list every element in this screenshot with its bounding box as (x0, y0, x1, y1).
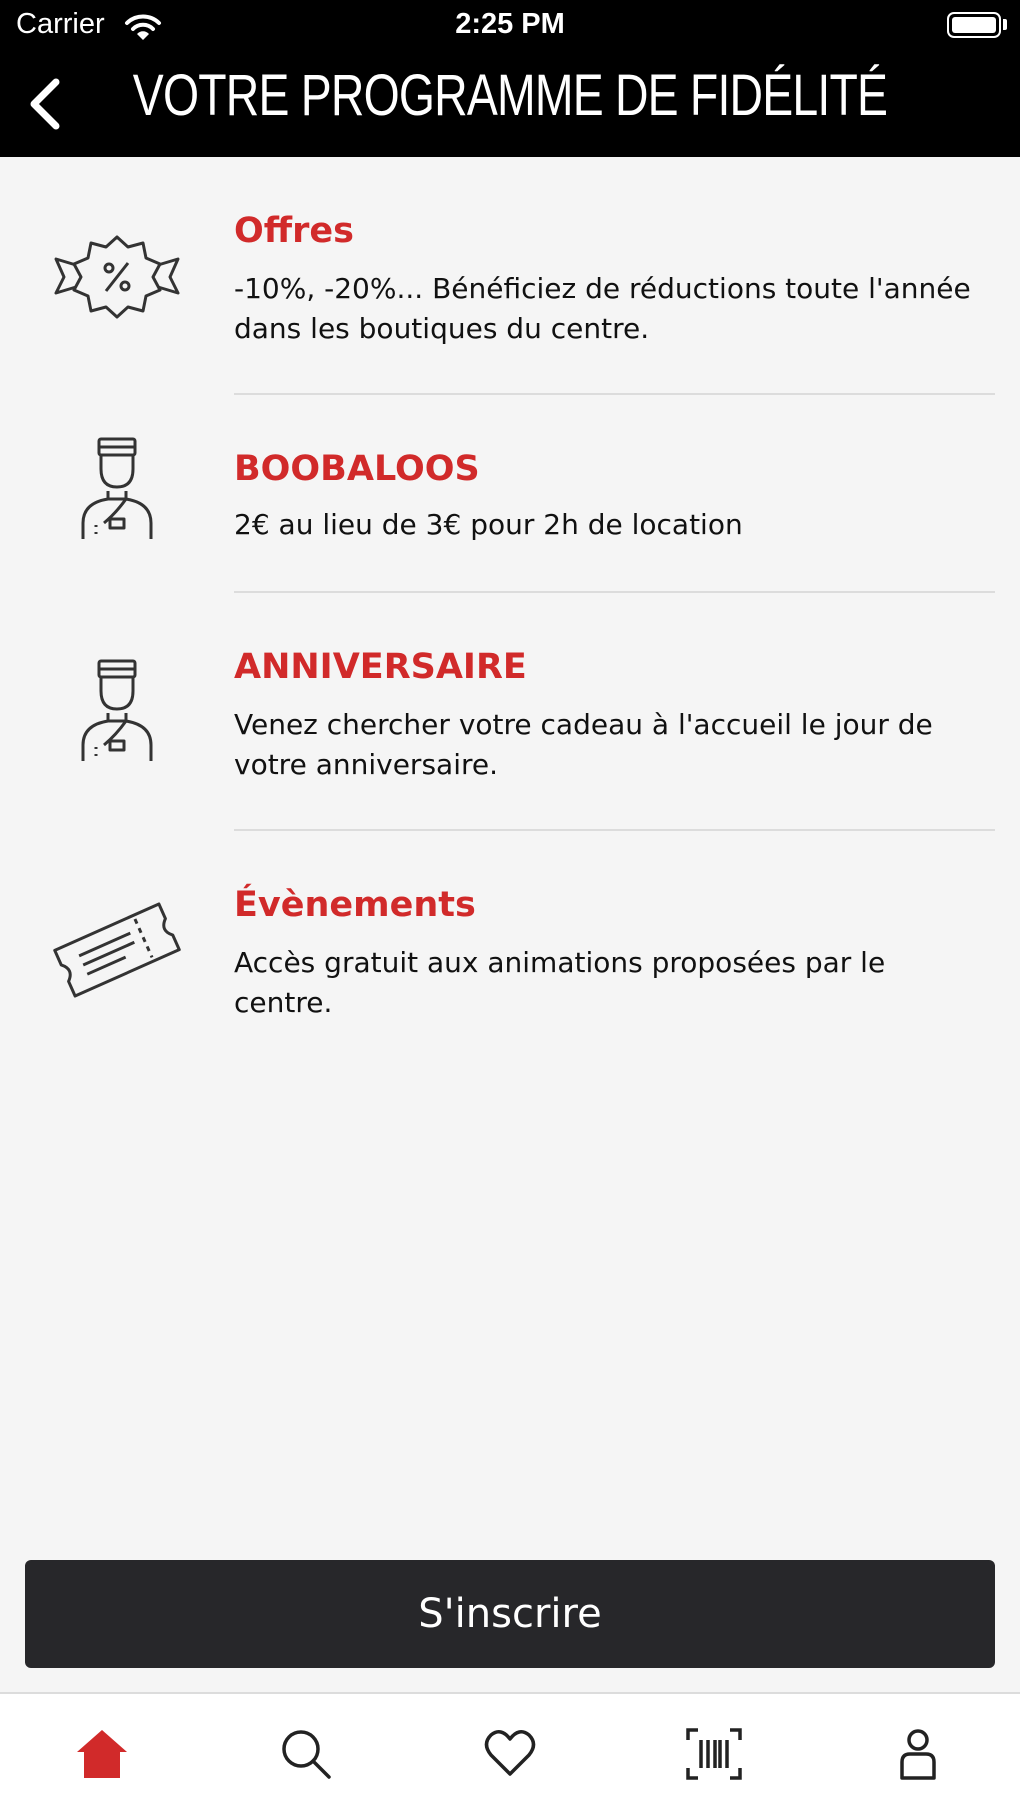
battery-icon (947, 12, 1001, 38)
barcode-scan-icon (686, 1728, 742, 1780)
benefit-description: Venez chercher votre cadeau à l'accueil … (234, 708, 933, 781)
tab-search[interactable] (204, 1694, 408, 1815)
chevron-left-icon (30, 78, 60, 130)
tab-home[interactable] (0, 1694, 204, 1815)
divider (234, 829, 995, 831)
benefit-title: BOOBALOOS (234, 449, 480, 489)
concierge-icon (81, 659, 153, 761)
signup-button[interactable]: S'inscrire (25, 1560, 995, 1668)
status-bar: Carrier 2:25 PM (0, 0, 1020, 52)
concierge-icon (81, 437, 153, 539)
tab-scan[interactable] (612, 1694, 816, 1815)
back-button[interactable] (20, 68, 80, 138)
benefit-description: 2€ au lieu de 3€ pour 2h de location (234, 508, 743, 541)
home-icon (77, 1730, 127, 1778)
tab-favorites[interactable] (408, 1694, 612, 1815)
benefit-title: ANNIVERSAIRE (234, 647, 527, 687)
divider (234, 393, 995, 395)
top-bar: Carrier 2:25 PM VOTRE PROGRAMME DE FIDÉL… (0, 0, 1020, 157)
benefit-description: Accès gratuit aux animations proposées p… (234, 946, 886, 1019)
battery-tip (1003, 19, 1007, 30)
discount-badge-icon (54, 235, 180, 319)
page-title: VOTRE PROGRAMME DE FIDÉLITÉ (132, 63, 888, 128)
benefit-title: Évènements (234, 885, 476, 925)
status-time: 2:25 PM (455, 8, 565, 40)
search-icon (282, 1730, 331, 1779)
benefit-title: Offres (234, 211, 354, 251)
ticket-icon (53, 902, 181, 998)
heart-icon (484, 1730, 536, 1776)
benefit-description: -10%, -20%... Bénéficiez de réductions t… (234, 272, 971, 345)
tab-bar (0, 1692, 1020, 1815)
user-icon (900, 1729, 936, 1780)
divider (234, 591, 995, 593)
tab-account[interactable] (816, 1694, 1020, 1815)
